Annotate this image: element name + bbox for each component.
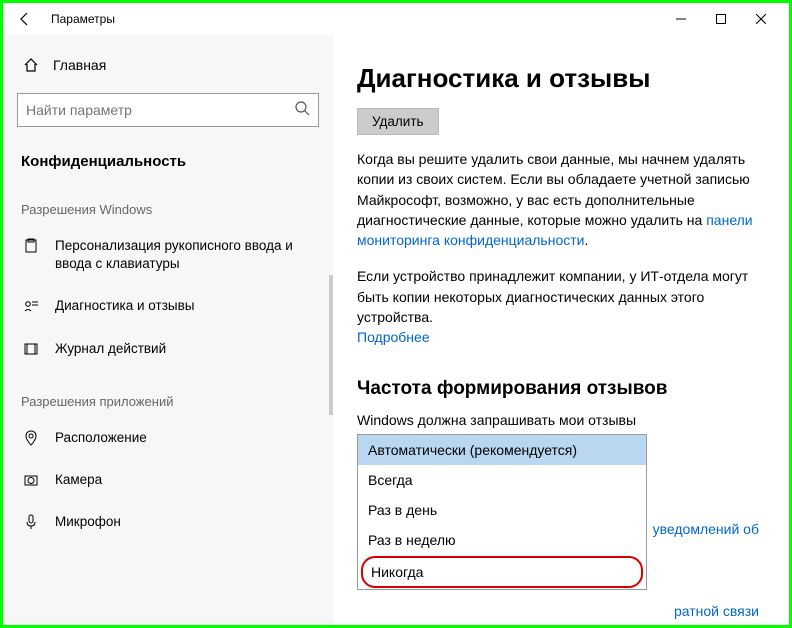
dropdown-option-always[interactable]: Всегда bbox=[358, 465, 646, 495]
minimize-icon bbox=[676, 14, 686, 24]
minimize-button[interactable] bbox=[661, 5, 701, 33]
company-description: Если устройство принадлежит компании, у … bbox=[357, 266, 759, 347]
titlebar: Параметры bbox=[3, 3, 789, 35]
category-label: Конфиденциальность bbox=[3, 145, 333, 192]
film-icon bbox=[21, 341, 41, 357]
window-title: Параметры bbox=[51, 12, 115, 26]
main-panel: Диагностика и отзывы Удалить Когда вы ре… bbox=[333, 35, 789, 625]
nav-label: Микрофон bbox=[55, 513, 121, 531]
search-input[interactable] bbox=[26, 102, 294, 118]
maximize-button[interactable] bbox=[701, 5, 741, 33]
close-button[interactable] bbox=[741, 5, 781, 33]
nav-item-camera[interactable]: Камера bbox=[3, 459, 333, 501]
dropdown-option-weekly[interactable]: Раз в неделю bbox=[358, 525, 646, 555]
microphone-icon bbox=[21, 514, 41, 530]
nav-label: Расположение bbox=[55, 429, 147, 447]
dropdown-option-never[interactable]: Никогда bbox=[361, 556, 643, 588]
nav-item-activity[interactable]: Журнал действий bbox=[3, 328, 333, 370]
search-icon bbox=[294, 100, 310, 121]
nav-label: Журнал действий bbox=[55, 340, 166, 358]
nav-item-location[interactable]: Расположение bbox=[3, 417, 333, 459]
feedback-icon bbox=[21, 298, 41, 314]
delete-button[interactable]: Удалить bbox=[357, 108, 439, 135]
home-icon bbox=[21, 57, 41, 73]
section-header-apps: Разрешения приложений bbox=[3, 384, 333, 417]
nav-item-microphone[interactable]: Микрофон bbox=[3, 501, 333, 543]
nav-item-diagnostics[interactable]: Диагностика и отзывы bbox=[3, 285, 333, 327]
home-label: Главная bbox=[53, 57, 106, 73]
page-heading: Диагностика и отзывы bbox=[357, 63, 759, 94]
arrow-left-icon bbox=[17, 11, 33, 27]
location-icon bbox=[21, 430, 41, 446]
close-icon bbox=[756, 14, 766, 24]
clipboard-icon bbox=[21, 238, 41, 254]
delete-description: Когда вы решите удалить свои данные, мы … bbox=[357, 149, 759, 250]
learn-more-link[interactable]: Подробнее bbox=[357, 329, 430, 345]
nav-label: Диагностика и отзывы bbox=[55, 297, 194, 315]
feedback-frequency-heading: Частота формирования отзывов bbox=[357, 378, 759, 400]
home-nav[interactable]: Главная bbox=[3, 47, 333, 83]
dropdown-option-auto[interactable]: Автоматически (рекомендуется) bbox=[358, 435, 646, 465]
nav-label: Персонализация рукописного ввода и ввода… bbox=[55, 237, 315, 273]
nav-label: Камера bbox=[55, 471, 102, 489]
search-box[interactable] bbox=[17, 93, 319, 127]
back-button[interactable] bbox=[11, 5, 39, 33]
sidebar: Главная Конфиденциальность Разрешения Wi… bbox=[3, 35, 333, 625]
section-header-windows: Разрешения Windows bbox=[3, 192, 333, 225]
maximize-icon bbox=[716, 14, 726, 24]
partial-link-notifications[interactable]: уведомлений об bbox=[653, 521, 759, 537]
camera-icon bbox=[21, 472, 41, 488]
nav-item-ink-typing[interactable]: Персонализация рукописного ввода и ввода… bbox=[3, 225, 333, 285]
dropdown-option-daily[interactable]: Раз в день bbox=[358, 495, 646, 525]
feedback-frequency-dropdown[interactable]: Автоматически (рекомендуется) Всегда Раз… bbox=[357, 434, 647, 590]
feedback-frequency-label: Windows должна запрашивать мои отзывы bbox=[357, 412, 759, 428]
partial-link-feedback[interactable]: ратной связи bbox=[674, 603, 759, 619]
